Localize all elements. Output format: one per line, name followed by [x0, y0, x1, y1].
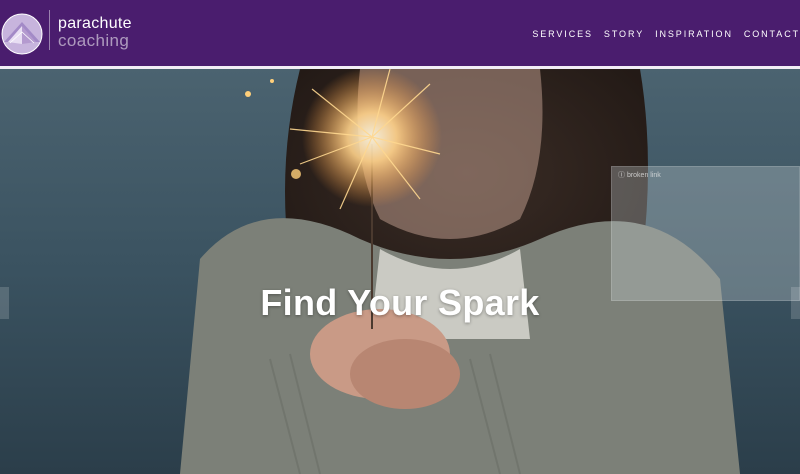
main-nav: SERVICES STORY INSPIRATION CONTACT — [521, 28, 800, 40]
logo[interactable]: parachute coaching — [0, 6, 140, 58]
slider-next-arrow[interactable] — [791, 287, 800, 319]
nav-contact[interactable]: CONTACT — [744, 28, 800, 40]
hero-section: Ⓘ broken link Find Your Spark — [0, 69, 800, 474]
broken-image-placeholder: Ⓘ broken link — [611, 166, 800, 301]
nav-services[interactable]: SERVICES — [532, 28, 593, 40]
logo-divider — [49, 10, 50, 50]
nav-story[interactable]: STORY — [604, 28, 644, 40]
broken-image-label: Ⓘ broken link — [618, 172, 661, 179]
site-header: parachute coaching SERVICES STORY INSPIR… — [0, 0, 800, 66]
parachute-logo-icon — [1, 13, 43, 55]
logo-text-coaching: coaching — [58, 31, 130, 50]
slider-prev-arrow[interactable] — [0, 287, 9, 319]
nav-inspiration[interactable]: INSPIRATION — [655, 28, 733, 40]
hero-title: Find Your Spark — [260, 282, 540, 323]
